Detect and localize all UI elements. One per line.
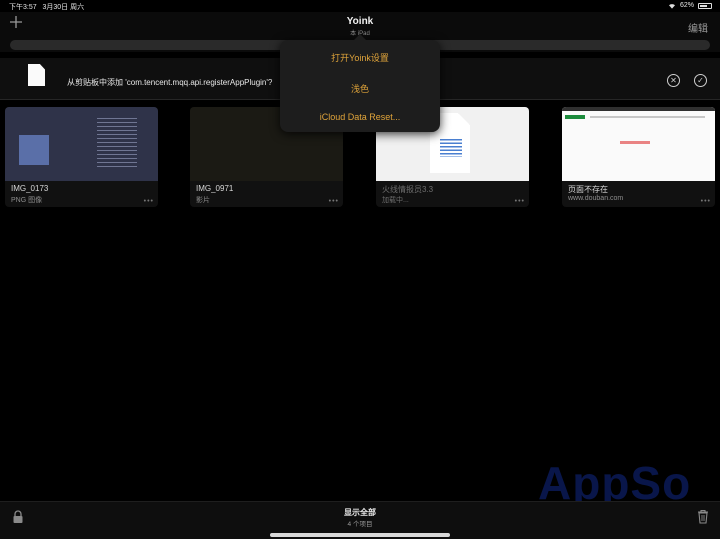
item-title: 火线情报员3.3	[382, 185, 434, 194]
edit-button[interactable]: 编辑	[688, 20, 708, 35]
menu-item-light-theme[interactable]: 浅色	[280, 82, 440, 95]
title-dropdown-menu: 打开Yoink设置 浅色 iCloud Data Reset...	[280, 34, 440, 132]
thumbnail-topbar	[562, 107, 715, 111]
item-subtitle: 影片	[196, 197, 210, 204]
battery-percent: 62%	[679, 2, 694, 9]
item-subtitle: www.douban.com	[568, 195, 624, 202]
menu-item-icloud-reset[interactable]: iCloud Data Reset...	[280, 112, 440, 122]
cancel-button[interactable]: ✕	[667, 74, 680, 87]
check-circle-icon: ✓	[697, 76, 704, 85]
more-icon[interactable]: •••	[701, 198, 711, 205]
status-date: 3月30日 周六	[42, 4, 85, 11]
item-title: IMG_0971	[196, 184, 234, 193]
item-title: 页面不存在	[568, 185, 608, 194]
bottom-bar: 显示全部 4 个项目	[0, 501, 720, 539]
trash-icon[interactable]	[697, 509, 709, 524]
file-lines	[440, 137, 462, 157]
thumbnail-graphic	[19, 135, 49, 165]
image-thumbnail	[5, 107, 158, 181]
x-circle-icon: ✕	[670, 76, 677, 85]
status-bar: 下午3:57 3月30日 周六 62%	[0, 0, 720, 12]
show-all-button[interactable]: 显示全部	[0, 507, 720, 518]
menu-item-open-settings[interactable]: 打开Yoink设置	[280, 51, 440, 64]
item-subtitle: 加载中...	[382, 197, 409, 204]
confirm-button[interactable]: ✓	[694, 74, 707, 87]
app-title: Yoink	[346, 16, 374, 27]
item-count: 4 个项目	[347, 521, 373, 528]
thumbnail-navline	[590, 116, 705, 118]
clipboard-prompt-text: 从剪贴板中添加 'com.tencent.mqq.api.registerApp…	[67, 78, 273, 87]
status-right: 62%	[668, 2, 712, 9]
wifi-icon	[668, 3, 675, 9]
thumbnail-message	[620, 141, 650, 144]
more-icon[interactable]: •••	[515, 198, 525, 205]
document-icon	[28, 64, 45, 86]
item-card[interactable]: 页面不存在 www.douban.com •••	[562, 107, 715, 207]
thumbnail-text-lines	[97, 115, 137, 170]
more-icon[interactable]: •••	[329, 198, 339, 205]
status-time-date: 下午3:57 3月30日 周六	[9, 2, 84, 12]
battery-icon	[698, 2, 712, 9]
item-card[interactable]: IMG_0173 PNG 图像 •••	[5, 107, 158, 207]
status-time: 下午3:57	[9, 4, 37, 11]
item-title: IMG_0173	[11, 184, 49, 193]
more-icon[interactable]: •••	[144, 198, 154, 205]
item-subtitle: PNG 图像	[11, 197, 43, 204]
home-indicator	[270, 533, 450, 537]
webpage-thumbnail	[562, 107, 715, 181]
thumbnail-brand	[565, 115, 585, 119]
